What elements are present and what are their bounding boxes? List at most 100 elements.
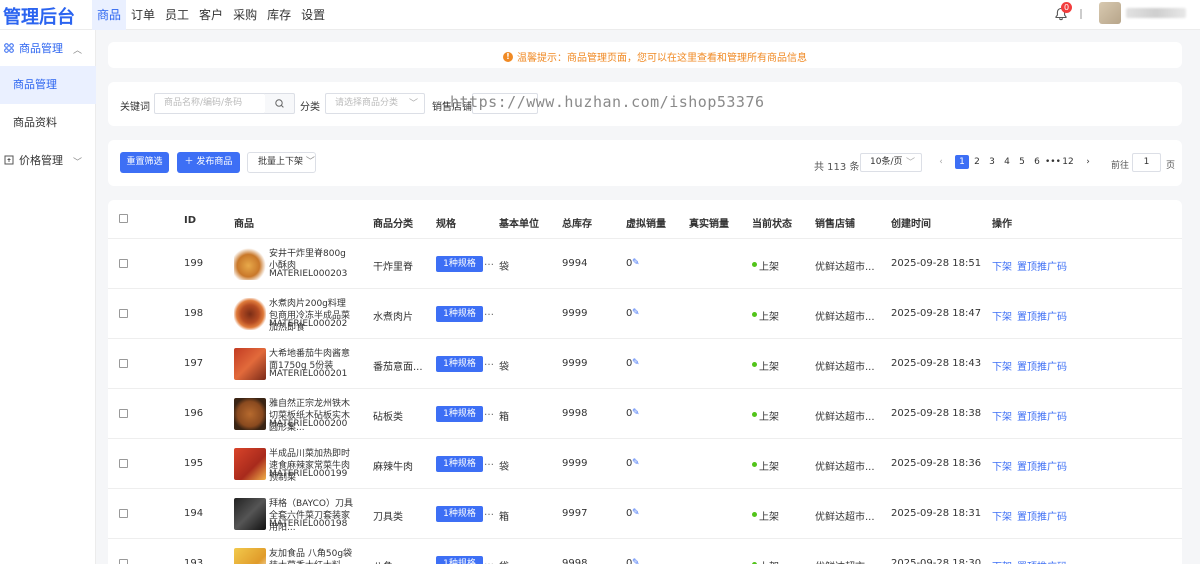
product-thumbnail[interactable] [234, 548, 266, 564]
edit-icon[interactable]: ✎ [632, 408, 640, 418]
pin-top-link[interactable]: 置顶 [1017, 408, 1037, 423]
product-thumbnail[interactable] [234, 298, 266, 330]
page-12[interactable]: 12 [1061, 155, 1075, 169]
edit-icon[interactable]: ✎ [632, 458, 640, 468]
goto-prefix: 前往 [1111, 161, 1130, 171]
nav-item-orders[interactable]: 订单 [126, 0, 160, 30]
bulk-shelf-button[interactable]: 批量上下架 ﹀ [247, 152, 316, 173]
promo-code-link[interactable]: 推广码 [1037, 558, 1067, 564]
pin-top-link[interactable]: 置顶 [1017, 258, 1037, 273]
chevron-up-icon: ︿ [72, 46, 82, 56]
avatar[interactable] [1099, 2, 1121, 24]
row-divider [108, 438, 1182, 439]
row-checkbox[interactable] [119, 559, 128, 564]
status-dot-icon [752, 262, 757, 267]
nav-item-customers[interactable]: 客户 [194, 0, 228, 30]
row-stock: 9999 [562, 458, 588, 469]
page-4[interactable]: 4 [1000, 155, 1014, 169]
sidebar-item-product-info[interactable]: 商品资料 [0, 104, 96, 142]
unshelve-link[interactable]: 下架 [992, 258, 1012, 273]
goto-page-input[interactable]: 1 [1132, 153, 1161, 172]
promo-code-link[interactable]: 推广码 [1037, 258, 1067, 273]
reset-filters-button[interactable]: 重置筛选 [120, 152, 169, 173]
unshelve-link[interactable]: 下架 [992, 558, 1012, 564]
sidebar-group-product-management[interactable]: 商品管理 ︿ [0, 30, 96, 66]
row-created-time: 2025-09-28 18:31 [891, 508, 982, 519]
pin-top-link[interactable]: 置顶 [1017, 508, 1037, 523]
nav-item-staff[interactable]: 员工 [160, 0, 194, 30]
product-thumbnail[interactable] [234, 498, 266, 530]
select-all-checkbox[interactable] [119, 214, 128, 223]
spec-button[interactable]: 1种规格 [436, 356, 483, 372]
promo-code-link[interactable]: 推广码 [1037, 508, 1067, 523]
nav-item-products[interactable]: 商品 [92, 0, 127, 30]
row-checkbox[interactable] [119, 309, 128, 318]
promo-code-link[interactable]: 推广码 [1037, 458, 1067, 473]
spec-button[interactable]: 1种规格 [436, 556, 483, 564]
product-thumbnail[interactable] [234, 448, 266, 480]
unshelve-link[interactable]: 下架 [992, 508, 1012, 523]
chevron-down-icon: ﹀ [408, 99, 418, 109]
keyword-input[interactable]: 商品名称/编码/条码 [154, 93, 266, 114]
product-name[interactable]: 友加食品 八角50g袋装大茴香大红大料 [269, 548, 353, 564]
page-1[interactable]: 1 [955, 155, 969, 169]
nav-item-purchase[interactable]: 采购 [228, 0, 262, 30]
product-thumbnail[interactable] [234, 248, 266, 280]
unshelve-link[interactable]: 下架 [992, 358, 1012, 373]
prev-page-button[interactable]: ‹ [934, 155, 948, 169]
edit-icon[interactable]: ✎ [632, 358, 640, 368]
nav-item-inventory[interactable]: 库存 [262, 0, 296, 30]
edit-icon[interactable]: ✎ [632, 258, 640, 268]
spec-button[interactable]: 1种规格 [436, 256, 483, 272]
search-button[interactable] [265, 93, 295, 114]
pin-top-link[interactable]: 置顶 [1017, 458, 1037, 473]
row-category: 番茄意面... [373, 362, 423, 373]
status-dot-icon [752, 462, 757, 467]
row-checkbox[interactable] [119, 359, 128, 368]
row-checkbox[interactable] [119, 409, 128, 418]
edit-icon[interactable]: ✎ [632, 508, 640, 518]
chevron-down-icon: ﹀ [72, 158, 82, 168]
unshelve-link[interactable]: 下架 [992, 458, 1012, 473]
row-created-time: 2025-09-28 18:43 [891, 358, 982, 369]
pin-top-link[interactable]: 置顶 [1017, 558, 1037, 564]
pin-top-link[interactable]: 置顶 [1017, 308, 1037, 323]
nav-item-settings[interactable]: 设置 [296, 0, 330, 30]
row-checkbox[interactable] [119, 259, 128, 268]
page-3[interactable]: 3 [985, 155, 999, 169]
col-header-spec: 规格 [436, 219, 456, 230]
spec-button[interactable]: 1种规格 [436, 506, 483, 522]
promo-code-link[interactable]: 推广码 [1037, 358, 1067, 373]
spec-button[interactable]: 1种规格 [436, 456, 483, 472]
notice-banner: ! 温馨提示：商品管理页面，您可以在这里查看和管理所有商品信息 [108, 42, 1182, 68]
edit-icon[interactable]: ✎ [632, 558, 640, 564]
product-thumbnail[interactable] [234, 398, 266, 430]
product-thumbnail[interactable] [234, 348, 266, 380]
watermark-text: https://www.huzhan.com/ishop53376 [450, 93, 765, 111]
edit-icon[interactable]: ✎ [632, 308, 640, 318]
pin-top-link[interactable]: 置顶 [1017, 358, 1037, 373]
row-checkbox[interactable] [119, 509, 128, 518]
row-category: 刀具类 [373, 512, 403, 523]
sidebar-item-product-management[interactable]: 商品管理 [0, 66, 96, 104]
page-6[interactable]: 6 [1030, 155, 1044, 169]
col-header-actions: 操作 [992, 219, 1012, 230]
page-ellipsis[interactable]: ••• [1045, 155, 1061, 169]
next-page-button[interactable]: › [1081, 155, 1095, 169]
promo-code-link[interactable]: 推广码 [1037, 308, 1067, 323]
page-5[interactable]: 5 [1015, 155, 1029, 169]
row-id: 197 [184, 358, 204, 369]
category-select[interactable]: 请选择商品分类 ﹀ [325, 93, 425, 114]
promo-code-link[interactable]: 推广码 [1037, 408, 1067, 423]
page-2[interactable]: 2 [970, 155, 984, 169]
unshelve-link[interactable]: 下架 [992, 308, 1012, 323]
row-checkbox[interactable] [119, 459, 128, 468]
row-status: 上架 [759, 462, 779, 473]
spec-button[interactable]: 1种规格 [436, 306, 483, 322]
spec-button[interactable]: 1种规格 [436, 406, 483, 422]
sidebar-group-price-management[interactable]: 价格管理 ﹀ [0, 142, 96, 178]
publish-product-button[interactable]: ＋ 发布商品 [177, 152, 240, 173]
unshelve-link[interactable]: 下架 [992, 408, 1012, 423]
page-size-select[interactable]: 10条/页 ﹀ [860, 153, 922, 172]
product-code: MATERIEL000202 [269, 319, 348, 329]
